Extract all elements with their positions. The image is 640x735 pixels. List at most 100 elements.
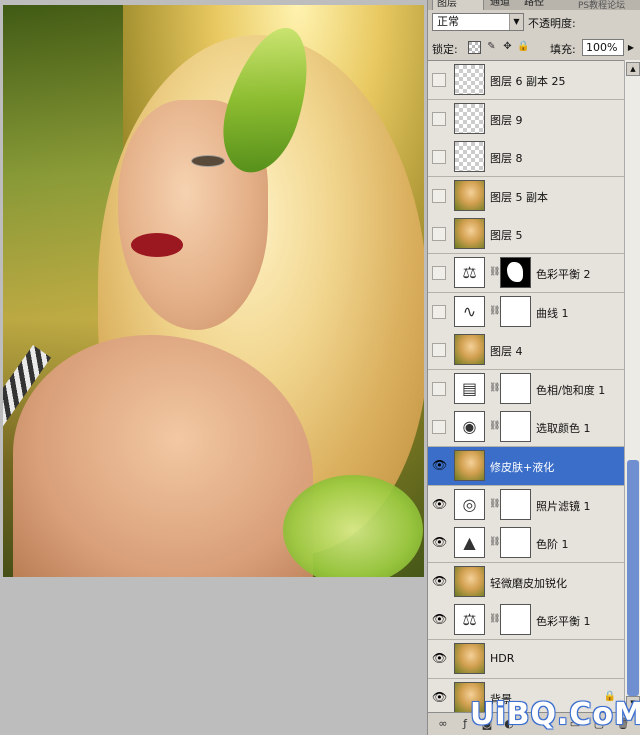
layer-list-scrollbar[interactable]: ▲ ▼	[624, 60, 640, 712]
layer-mask-thumbnail[interactable]	[500, 372, 531, 404]
scroll-up-icon[interactable]: ▲	[626, 62, 640, 76]
layer-mask-thumbnail[interactable]	[500, 411, 531, 443]
layer-row[interactable]: ▤ ⛓ 色相/饱和度 1	[428, 369, 624, 409]
curves-icon[interactable]: ∿	[454, 295, 485, 327]
tab-layers[interactable]: 图层	[432, 0, 484, 10]
chevron-right-icon[interactable]: ▶	[625, 39, 637, 56]
layer-name[interactable]: 图层 8	[490, 150, 523, 166]
layer-row[interactable]: ⚖ ⛓ 色彩平衡 2	[428, 254, 624, 293]
visibility-toggle[interactable]	[432, 227, 446, 242]
layer-name[interactable]: 图层 4	[490, 343, 523, 359]
layer-row[interactable]: 👁 修皮肤+液化	[428, 447, 624, 486]
layer-name[interactable]: 曲线 1	[536, 305, 569, 321]
layer-row[interactable]: 👁 ▲ ⛓ 色阶 1	[428, 524, 624, 564]
mask-link-icon[interactable]: ⛓	[489, 421, 500, 431]
eye-icon[interactable]: 👁	[432, 536, 447, 550]
layer-row[interactable]: 图层 9	[428, 99, 624, 139]
tab-paths[interactable]: 路径	[520, 0, 548, 10]
lock-row: 锁定: ✎ ✥ 🔒 填充: 100% ▶	[428, 37, 640, 59]
visibility-toggle[interactable]	[432, 73, 446, 87]
layer-row[interactable]: 👁 轻微磨皮加锐化	[428, 562, 624, 602]
layer-row[interactable]: 👁 ⚖ ⛓ 色彩平衡 1	[428, 601, 624, 641]
layer-name[interactable]: 轻微磨皮加锐化	[490, 575, 567, 591]
selective-color-icon[interactable]: ◉	[454, 411, 485, 443]
layer-name[interactable]: 修皮肤+液化	[490, 459, 554, 475]
layer-row[interactable]: 👁 ◎ ⛓ 照片滤镜 1	[428, 485, 624, 525]
layer-mask-thumbnail[interactable]	[500, 257, 531, 288]
layer-row[interactable]: ∿ ⛓ 曲线 1	[428, 292, 624, 332]
layer-mask-thumbnail[interactable]	[500, 527, 531, 559]
layer-thumbnail[interactable]	[454, 450, 485, 481]
visibility-toggle[interactable]	[432, 150, 446, 165]
layer-name[interactable]: 图层 6 副本 25	[490, 73, 566, 89]
layer-thumbnail[interactable]	[454, 565, 485, 597]
blend-row: 正常 ▼ 不透明度:	[428, 12, 640, 34]
photo-image[interactable]	[3, 5, 424, 577]
layer-mask-thumbnail[interactable]	[500, 295, 531, 327]
visibility-toggle[interactable]	[432, 343, 446, 358]
tab-channels[interactable]: 通道	[486, 0, 514, 10]
mask-link-icon[interactable]: ⛓	[489, 537, 500, 547]
eye-icon[interactable]: 👁	[432, 575, 447, 589]
layer-mask-thumbnail[interactable]	[500, 604, 531, 636]
layer-mask-thumbnail[interactable]	[500, 488, 531, 520]
layer-thumbnail[interactable]	[454, 102, 485, 134]
layer-name[interactable]: 图层 5	[490, 227, 523, 243]
color-balance-icon[interactable]: ⚖	[454, 604, 485, 636]
eye-icon[interactable]: 👁	[432, 459, 447, 473]
layer-thumbnail[interactable]	[454, 334, 485, 366]
layer-name[interactable]: 图层 5 副本	[490, 189, 548, 205]
layer-name[interactable]: 选取颜色 1	[536, 420, 591, 436]
mask-link-icon[interactable]: ⛓	[489, 267, 500, 277]
eye-icon[interactable]: 👁	[432, 652, 447, 666]
layer-name[interactable]: 照片滤镜 1	[536, 498, 591, 514]
photo-filter-icon[interactable]: ◎	[454, 488, 485, 520]
lock-pixels-icon[interactable]: ✎	[485, 41, 498, 54]
scroll-thumb[interactable]	[627, 460, 639, 696]
hue-saturation-icon: ▤	[461, 378, 478, 398]
lock-all-icon[interactable]: 🔒	[517, 41, 530, 54]
layer-thumbnail[interactable]	[454, 643, 485, 674]
visibility-toggle[interactable]	[432, 420, 446, 435]
layer-name[interactable]: 色彩平衡 1	[536, 613, 591, 629]
fill-input[interactable]: 100%	[582, 39, 624, 56]
layer-name[interactable]: 色相/饱和度 1	[536, 382, 605, 398]
layer-thumbnail[interactable]	[454, 179, 485, 211]
lock-transparency-icon[interactable]	[468, 41, 481, 54]
layer-row[interactable]: 图层 6 副本 25	[428, 61, 624, 100]
chevron-down-icon[interactable]: ▼	[509, 14, 523, 30]
layer-row[interactable]: 图层 8	[428, 138, 624, 178]
document-canvas[interactable]	[0, 0, 427, 735]
layer-thumbnail[interactable]	[454, 218, 485, 250]
eye-icon[interactable]: 👁	[432, 691, 447, 705]
visibility-toggle[interactable]	[432, 266, 446, 280]
layer-row[interactable]: 👁 HDR	[428, 640, 624, 679]
link-layers-icon[interactable]: ∞	[436, 717, 450, 731]
layer-row[interactable]: 图层 4	[428, 331, 624, 371]
eye-icon[interactable]: 👁	[432, 613, 447, 627]
hue-saturation-icon[interactable]: ▤	[454, 372, 485, 404]
visibility-toggle[interactable]	[432, 111, 446, 126]
layer-row[interactable]: 图层 5 副本	[428, 176, 624, 216]
layer-row[interactable]: ◉ ⛓ 选取颜色 1	[428, 408, 624, 448]
mask-link-icon[interactable]: ⛓	[489, 499, 500, 509]
blend-mode-select[interactable]: 正常 ▼	[432, 13, 524, 31]
layer-name[interactable]: 图层 9	[490, 112, 523, 128]
eye-icon[interactable]: 👁	[432, 498, 447, 512]
mask-link-icon[interactable]: ⛓	[489, 383, 500, 393]
visibility-toggle[interactable]	[432, 381, 446, 396]
layer-row[interactable]: 图层 5	[428, 215, 624, 255]
visibility-toggle[interactable]	[432, 304, 446, 319]
layer-thumbnail[interactable]	[454, 141, 485, 173]
visibility-toggle[interactable]	[432, 188, 446, 203]
mask-link-icon[interactable]: ⛓	[489, 306, 500, 316]
mask-link-icon[interactable]: ⛓	[489, 614, 500, 624]
lock-position-icon[interactable]: ✥	[501, 41, 514, 54]
color-balance-icon[interactable]: ⚖	[454, 257, 485, 288]
layer-name[interactable]: HDR	[490, 652, 514, 665]
layer-thumbnail[interactable]	[454, 64, 485, 95]
layer-name[interactable]: 色阶 1	[536, 536, 569, 552]
levels-icon[interactable]: ▲	[454, 527, 485, 559]
layer-name[interactable]: 色彩平衡 2	[536, 266, 591, 282]
lock-label: 锁定:	[432, 43, 458, 56]
